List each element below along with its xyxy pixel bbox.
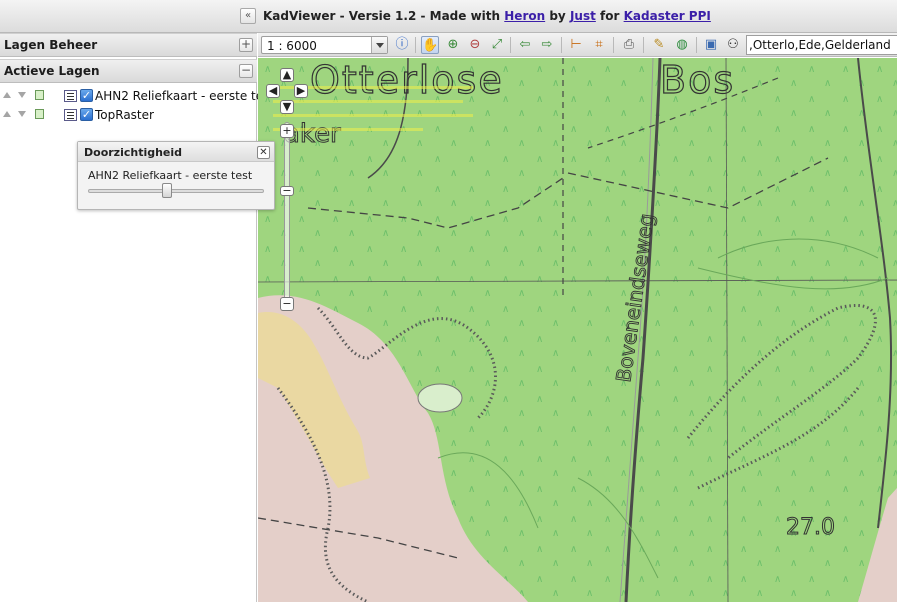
pan-hand-icon[interactable]: ✋ [421, 36, 439, 54]
toolbar-separator [561, 37, 562, 53]
kadaster-link[interactable]: Kadaster PPI [624, 9, 711, 23]
expand-icon[interactable]: + [239, 38, 253, 52]
map-label-otterlose: Otterlose [310, 58, 504, 102]
heron-link[interactable]: Heron [504, 9, 545, 23]
lagen-beheer-title: Lagen Beheer [4, 38, 98, 52]
measure-area-icon[interactable]: ⌗ [590, 36, 608, 54]
actieve-lagen-header[interactable]: Actieve Lagen − [0, 59, 257, 83]
move-down-icon[interactable] [18, 111, 26, 117]
opacity-popup: Doorzichtigheid ✕ AHN2 Reliefkaart - eer… [77, 141, 275, 210]
map-label-height: 27.0 [786, 515, 835, 540]
layer-name[interactable]: AHN2 Reliefkaart - eerste test [95, 89, 274, 103]
map-image-icon[interactable]: ▣ [702, 36, 720, 54]
just-link[interactable]: Just [570, 9, 596, 23]
opacity-slider-track[interactable] [88, 189, 264, 193]
layer-name[interactable]: TopRaster [95, 108, 154, 122]
pan-up-icon[interactable]: ▲ [280, 68, 294, 82]
zoom-slider-thumb[interactable]: − [280, 185, 294, 196]
edit-icon[interactable]: ✎ [650, 36, 668, 54]
opacity-popup-header[interactable]: Doorzichtigheid [78, 142, 274, 162]
next-view-icon[interactable]: ⇨ [538, 36, 556, 54]
move-up-icon[interactable] [3, 111, 11, 117]
print-icon[interactable]: ⎙ [620, 36, 638, 54]
legend-icon[interactable] [64, 90, 77, 102]
scale-value: 1 : 6000 [267, 39, 317, 53]
previous-view-icon[interactable]: ⇦ [516, 36, 534, 54]
zoom-in-icon[interactable]: ⊕ [444, 36, 462, 54]
scale-select[interactable]: 1 : 6000 [261, 36, 388, 54]
title-by: by [549, 9, 566, 23]
actieve-lagen-title: Actieve Lagen [4, 64, 100, 78]
title-bar: « KadViewer - Versie 1.2 - Made with Her… [0, 0, 897, 33]
title-prefix: KadViewer - Versie 1.2 - Made with [263, 9, 501, 23]
opacity-popup-title: Doorzichtigheid [84, 146, 183, 159]
zoom-slider-track[interactable] [284, 122, 290, 308]
pan-left-icon[interactable]: ◀ [266, 84, 280, 98]
pan-right-icon[interactable]: ▶ [294, 84, 308, 98]
layer-icon [35, 109, 44, 119]
toolbar-separator [643, 37, 644, 53]
location-search-value: ,Otterlo,Ede,Gelderland [749, 38, 891, 52]
opacity-slider-thumb[interactable] [162, 183, 173, 198]
info-icon[interactable]: ⓘ [393, 36, 411, 54]
layer-icon [35, 90, 44, 100]
location-search-input[interactable]: ,Otterlo,Ede,Gelderland [746, 35, 897, 55]
collapse-panel-button[interactable]: « [240, 8, 256, 24]
zoom-out-icon[interactable]: ⊖ [466, 36, 484, 54]
zoom-extent-icon[interactable]: ⤢ [488, 36, 506, 54]
layer-checkbox[interactable]: ✓ [80, 89, 93, 102]
zoom-out-button[interactable]: − [280, 297, 294, 311]
title-for: for [600, 9, 620, 23]
move-up-icon[interactable] [3, 92, 11, 98]
collapse-icon[interactable]: − [239, 64, 253, 78]
toolbar-separator [696, 37, 697, 53]
globe-icon[interactable]: ◍ [673, 36, 691, 54]
app-title: KadViewer - Versie 1.2 - Made with Heron… [263, 9, 711, 23]
pan-down-icon[interactable]: ▼ [280, 100, 294, 114]
map-view[interactable]: ∧ ∧ Otterlose Bos Boveneindseweg 27.0 ak… [258, 58, 897, 602]
layer-row-topraster: ✓ TopRaster [0, 107, 257, 125]
close-icon[interactable]: ✕ [257, 146, 270, 159]
layer-row-ahn2: ✓ AHN2 Reliefkaart - eerste test [0, 88, 274, 106]
zoom-in-button[interactable]: + [280, 124, 294, 138]
legend-icon[interactable] [64, 109, 77, 121]
toolbar-separator [613, 37, 614, 53]
layer-checkbox[interactable]: ✓ [80, 108, 93, 121]
measure-length-icon[interactable]: ⊢ [567, 36, 585, 54]
chevron-down-icon[interactable] [371, 37, 387, 53]
opacity-layer-name: AHN2 Reliefkaart - eerste test [88, 169, 253, 182]
move-down-icon[interactable] [18, 92, 26, 98]
pond [417, 383, 463, 413]
map-label-bos: Bos [660, 58, 735, 102]
toolbar-separator [510, 37, 511, 53]
toolbar-separator [415, 37, 416, 53]
map-toolbar: 1 : 6000 ⓘ ✋ ⊕ ⊖ ⤢ ⇦ ⇨ ⊢ ⌗ ⎙ ✎ ◍ ▣ ⚇ ,Ot… [258, 33, 897, 57]
lagen-beheer-header[interactable]: Lagen Beheer + [0, 33, 257, 57]
topo-map: ∧ ∧ Otterlose Bos Boveneindseweg 27.0 ak… [258, 58, 897, 602]
layers-panel: Lagen Beheer + Actieve Lagen − ✓ AHN2 Re… [0, 33, 274, 602]
binoculars-icon[interactable]: ⚇ [724, 36, 742, 54]
